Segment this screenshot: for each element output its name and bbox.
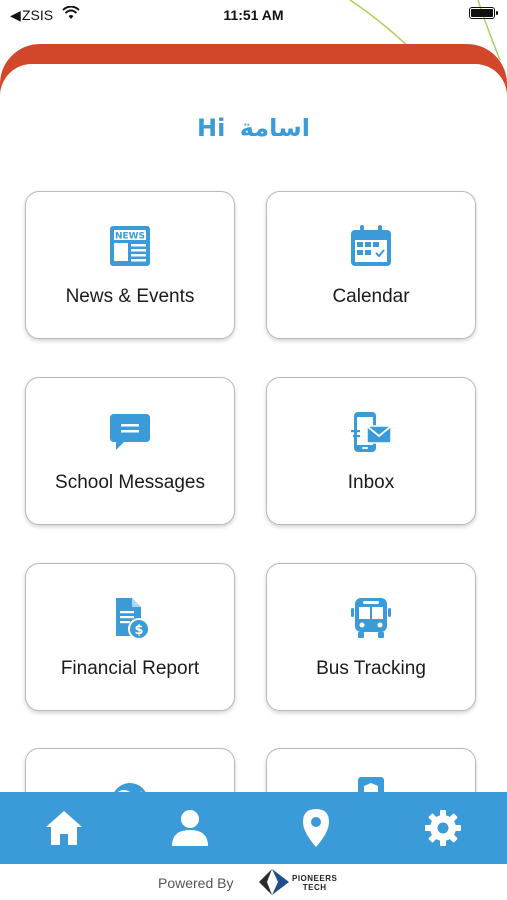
status-bar: ◀ ZSIS 11:51 AM bbox=[0, 0, 507, 30]
svg-text:$: $ bbox=[134, 623, 143, 638]
phone-mail-icon bbox=[351, 412, 392, 452]
footer: Powered By PIONEERS TECH bbox=[0, 864, 507, 900]
inbox-card[interactable]: Inbox bbox=[266, 377, 476, 525]
school-messages-label: School Messages bbox=[55, 472, 205, 493]
powered-by-label: Powered By bbox=[158, 875, 234, 891]
clock: 11:51 AM bbox=[223, 7, 284, 23]
newspaper-icon: NEWS bbox=[110, 226, 150, 266]
nav-home[interactable] bbox=[42, 806, 86, 850]
nav-settings[interactable] bbox=[421, 806, 465, 850]
bus-tracking-card[interactable]: Bus Tracking bbox=[266, 563, 476, 711]
calendar-card[interactable]: Calendar bbox=[266, 191, 476, 339]
greeting-hi: Hi bbox=[197, 114, 226, 142]
news-events-label: News & Events bbox=[65, 286, 195, 307]
calendar-label: Calendar bbox=[332, 286, 410, 307]
chat-bubble-icon bbox=[110, 414, 150, 450]
settings-icon bbox=[425, 810, 461, 846]
inbox-label: Inbox bbox=[347, 472, 395, 493]
financial-report-label: Financial Report bbox=[60, 658, 200, 679]
brand-name: PIONEERS TECH bbox=[292, 874, 337, 892]
document-dollar-icon: $ bbox=[116, 598, 150, 640]
greeting-name: اسامة bbox=[239, 114, 310, 142]
school-messages-card[interactable]: School Messages bbox=[25, 377, 235, 525]
pioneers-tech-logo bbox=[259, 869, 289, 895]
calendar-icon bbox=[351, 225, 391, 266]
brand-line-2: TECH bbox=[302, 883, 327, 892]
location-pin-icon bbox=[303, 809, 329, 847]
brand-line-1: PIONEERS bbox=[292, 874, 338, 883]
bus-icon bbox=[351, 598, 391, 638]
home-icon bbox=[46, 811, 82, 845]
news-events-card[interactable]: NEWS News & Events bbox=[25, 191, 235, 339]
bus-tracking-label: Bus Tracking bbox=[316, 658, 426, 679]
bottom-navigation bbox=[0, 792, 507, 864]
financial-report-card[interactable]: $ Financial Report bbox=[25, 563, 235, 711]
user-icon bbox=[172, 810, 208, 846]
news-badge-text: NEWS bbox=[115, 232, 145, 242]
nav-profile[interactable] bbox=[168, 806, 212, 850]
home-panel: Hi اسامة NEWS News & Events Calendar Sch… bbox=[0, 64, 507, 800]
greeting-title: Hi اسامة bbox=[0, 114, 507, 142]
nav-location[interactable] bbox=[294, 806, 338, 850]
battery-icon bbox=[469, 7, 498, 19]
